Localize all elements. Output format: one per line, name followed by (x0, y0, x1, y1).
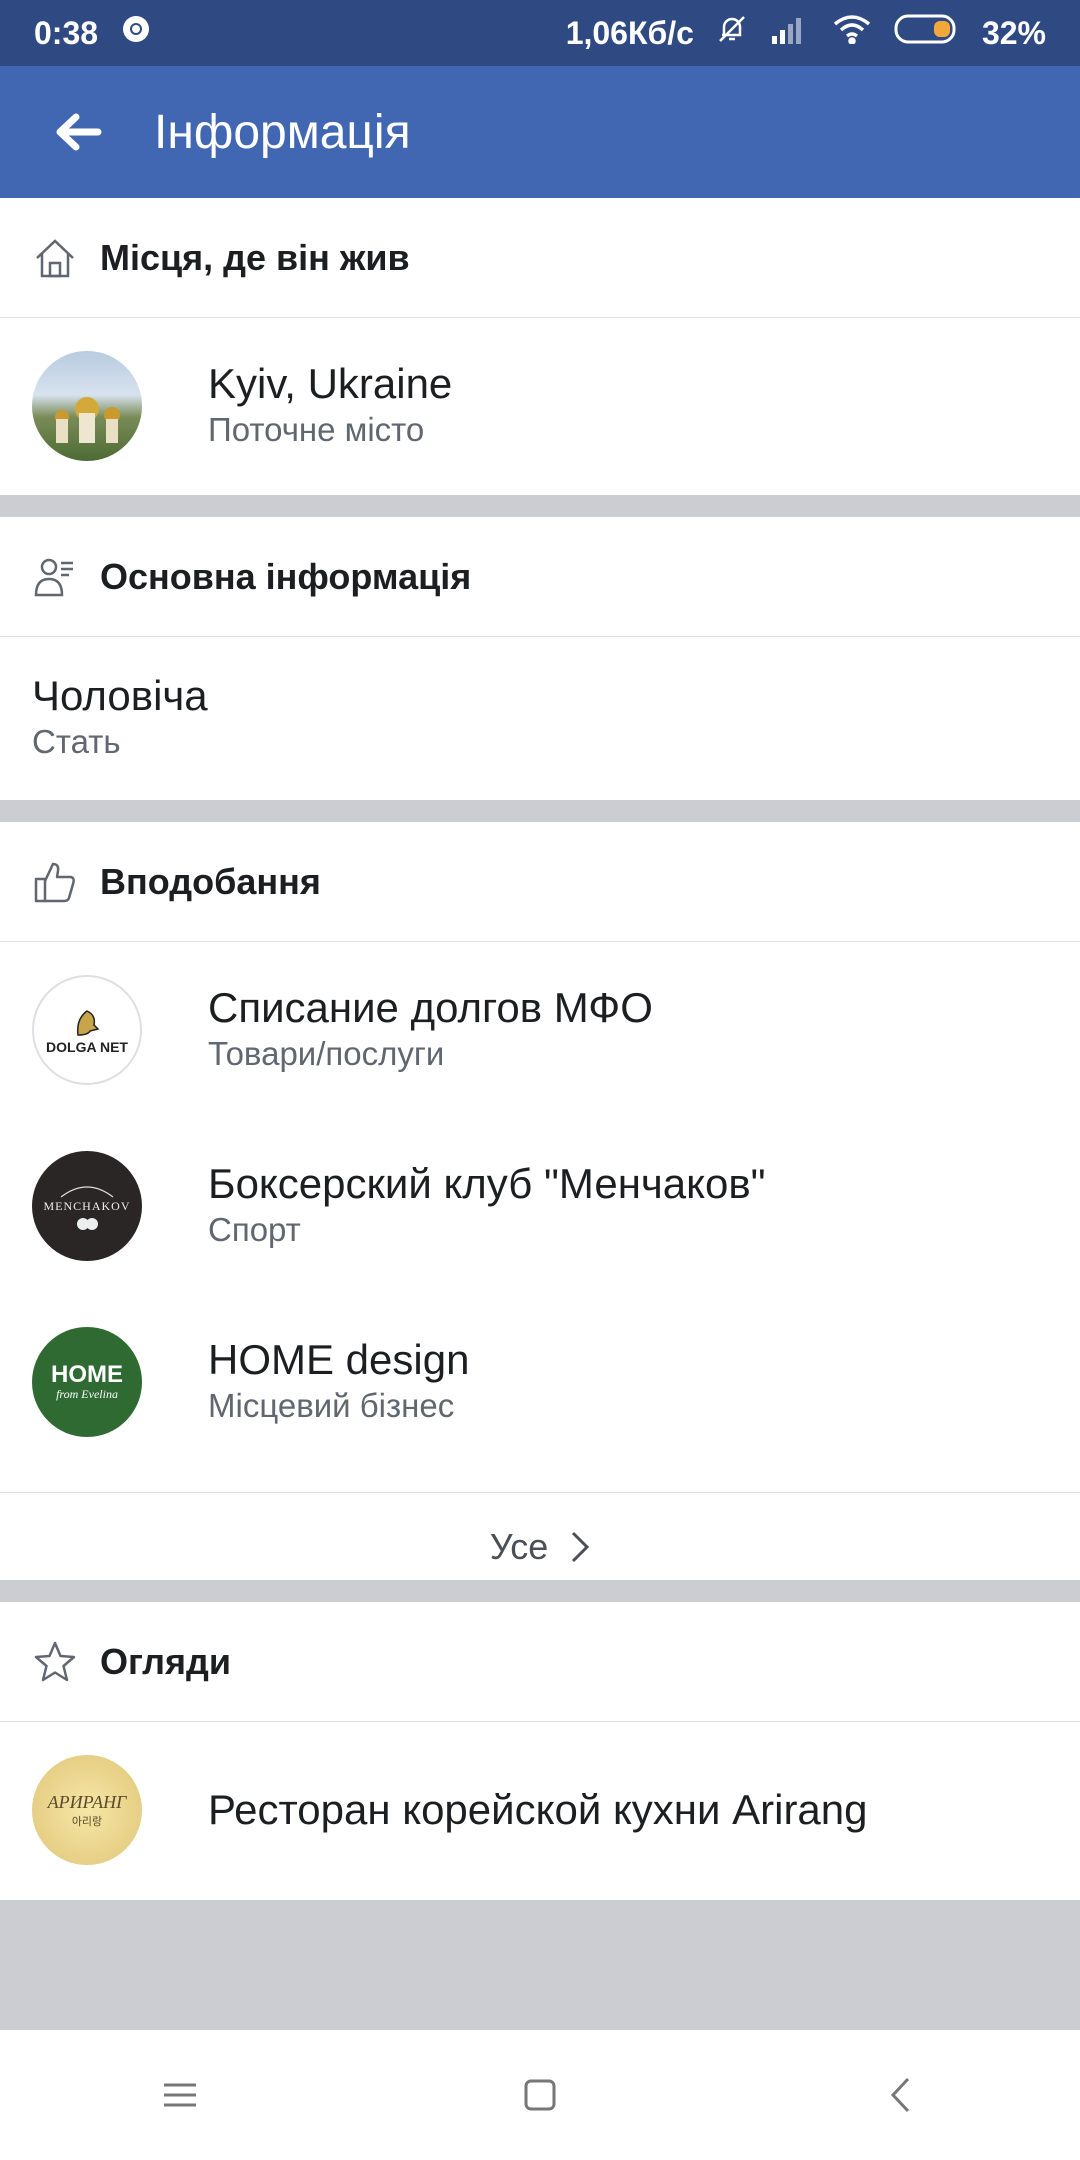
bell-muted-icon (716, 13, 748, 53)
gender-row: Чоловіча Стать (0, 637, 1080, 799)
network-speed: 1,06Кб/с (565, 14, 694, 51)
chevron-right-icon (572, 1531, 590, 1563)
review-item[interactable]: АРИРАНГ 아리랑 Ресторан корейской кухни Ari… (0, 1722, 1080, 1898)
see-all-button[interactable]: Усе (0, 1492, 1080, 1601)
gender-label: Стать (32, 723, 121, 760)
places-header: Місця, де він жив (0, 198, 1080, 318)
likes-title: Вподобання (100, 860, 321, 902)
like-category: Спорт (208, 1211, 301, 1248)
dolga-net-logo: DOLGA NET (32, 975, 142, 1085)
basic-info-section: Основна інформація Чоловіча Стать (0, 517, 1080, 800)
review-name: Ресторан корейской кухни Arirang (208, 1786, 868, 1833)
like-item[interactable]: HOME from Evelina HOME design Місцевий б… (0, 1294, 1080, 1470)
menu-icon (164, 2083, 196, 2107)
signal-icon (770, 14, 810, 52)
menchakov-logo-text: MENCHAKOV (43, 1198, 131, 1213)
reviews-section: Огляди АРИРАНГ 아리랑 Ресторан корейской ку… (0, 1602, 1080, 1900)
app-bar: Інформація (0, 66, 1080, 198)
kyiv-photo (32, 351, 142, 461)
status-time: 0:38 (34, 14, 99, 51)
gender-value: Чоловіча (32, 672, 208, 719)
see-all-label: Усе (489, 1526, 549, 1567)
back-button[interactable] (0, 66, 154, 198)
likes-section: Вподобання DOLGA NET Списание долгов МФО… (0, 822, 1080, 1580)
home-icon (32, 235, 78, 281)
person-list-icon (32, 554, 78, 600)
home-design-logo: HOME from Evelina (32, 1327, 142, 1437)
home-button[interactable] (480, 2045, 600, 2145)
home-design-logo-text: HOME (51, 1360, 123, 1388)
battery-icon (894, 13, 960, 53)
basic-info-header: Основна інформація (0, 517, 1080, 637)
places-section: Місця, де він жив Kyiv, Ukraine Поточне … (0, 198, 1080, 495)
page-title: Інформація (154, 105, 411, 159)
status-bar: 0:38 1,06Кб/с 32% (0, 0, 1080, 66)
place-type: Поточне місто (208, 411, 425, 448)
basic-info-title: Основна інформація (100, 555, 472, 597)
likes-header: Вподобання (0, 822, 1080, 942)
chrome-icon (120, 13, 152, 53)
system-back-button[interactable] (840, 2045, 960, 2145)
wifi-icon (832, 14, 872, 52)
battery-percent: 32% (981, 14, 1046, 51)
arrow-left-icon (56, 113, 102, 151)
like-category: Товари/послуги (208, 1035, 445, 1072)
like-name: Списание долгов МФО (208, 984, 653, 1031)
like-item[interactable]: DOLGA NET Списание долгов МФО Товари/пос… (0, 942, 1080, 1118)
reviews-header: Огляди (0, 1602, 1080, 1722)
arirang-logo-sub: 아리랑 (71, 1815, 103, 1828)
arirang-logo-text: АРИРАНГ (47, 1791, 127, 1812)
places-title: Місця, де він жив (100, 236, 410, 278)
dolga-net-logo-text: DOLGA NET (46, 1039, 128, 1055)
chevron-left-icon (890, 2077, 910, 2113)
menchakov-logo: MENCHAKOV (32, 1151, 142, 1261)
like-category: Місцевий бізнес (208, 1387, 455, 1424)
like-name: Боксерский клуб "Менчаков" (208, 1160, 766, 1207)
star-icon (32, 1639, 78, 1685)
place-row-kyiv[interactable]: Kyiv, Ukraine Поточне місто (0, 318, 1080, 494)
home-design-logo-sub: from Evelina (56, 1386, 118, 1401)
like-name: HOME design (208, 1336, 470, 1383)
reviews-title: Огляди (100, 1640, 231, 1682)
system-nav-bar (0, 2030, 1080, 2160)
square-icon (524, 2079, 556, 2111)
thumbs-up-icon (32, 859, 78, 905)
menu-button[interactable] (120, 2045, 240, 2145)
arirang-logo: АРИРАНГ 아리랑 (32, 1755, 142, 1865)
place-name: Kyiv, Ukraine (208, 360, 453, 407)
like-item[interactable]: MENCHAKOV Боксерский клуб "Менчаков" Спо… (0, 1118, 1080, 1294)
